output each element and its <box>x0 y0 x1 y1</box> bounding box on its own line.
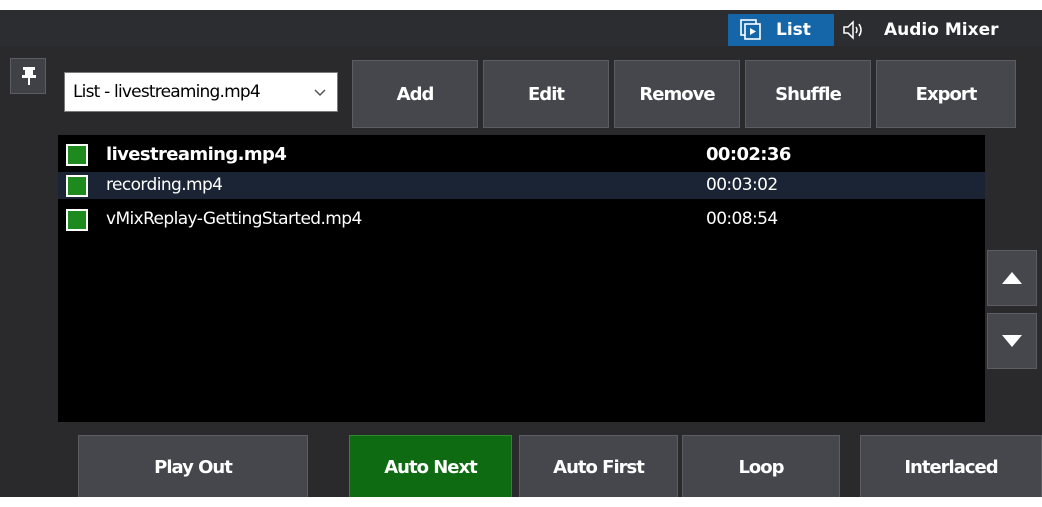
item-checkbox[interactable] <box>66 209 88 231</box>
tab-audio-mixer-label: Audio Mixer <box>884 20 999 40</box>
item-name: vMixReplay-GettingStarted.mp4 <box>106 209 362 229</box>
list-item[interactable]: livestreaming.mp4 00:02:36 <box>58 141 985 168</box>
chevron-down-icon <box>313 85 327 105</box>
tab-list[interactable]: List <box>728 14 834 46</box>
pin-icon <box>21 65 37 92</box>
item-duration: 00:02:36 <box>706 144 791 165</box>
playlist-list[interactable]: livestreaming.mp4 00:02:36 recording.mp4… <box>58 135 985 422</box>
move-up-button[interactable] <box>987 250 1037 306</box>
play-out-button[interactable]: Play Out <box>78 435 308 499</box>
arrow-up-icon <box>1001 271 1023 285</box>
list-item[interactable]: recording.mp4 00:03:02 <box>58 172 985 199</box>
edit-button[interactable]: Edit <box>483 60 609 128</box>
item-checkbox[interactable] <box>66 175 88 197</box>
tab-audio-mixer[interactable]: Audio Mixer <box>838 14 1042 46</box>
item-name: recording.mp4 <box>106 175 223 195</box>
item-duration: 00:08:54 <box>706 209 778 229</box>
item-duration: 00:03:02 <box>706 175 778 195</box>
item-name: livestreaming.mp4 <box>106 144 287 165</box>
auto-first-toggle[interactable]: Auto First <box>519 435 678 499</box>
tab-list-label: List <box>776 20 811 40</box>
export-button[interactable]: Export <box>876 60 1016 128</box>
play-list-icon <box>740 19 762 41</box>
auto-next-toggle[interactable]: Auto Next <box>349 435 512 499</box>
loop-toggle[interactable]: Loop <box>682 435 840 499</box>
move-down-button[interactable] <box>987 313 1037 369</box>
remove-button[interactable]: Remove <box>614 60 740 128</box>
arrow-down-icon <box>1001 334 1023 348</box>
interlaced-toggle[interactable]: Interlaced <box>860 435 1042 499</box>
item-checkbox[interactable] <box>66 144 88 166</box>
playlist-select[interactable]: List - livestreaming.mp4 <box>64 72 338 112</box>
pin-button[interactable] <box>10 58 46 94</box>
window-top-edge <box>0 0 1042 10</box>
shuffle-button[interactable]: Shuffle <box>745 60 871 128</box>
list-item[interactable]: vMixReplay-GettingStarted.mp4 00:08:54 <box>58 206 985 233</box>
window-bottom-edge <box>0 497 1042 507</box>
speaker-icon <box>842 19 866 41</box>
playlist-select-value: List - livestreaming.mp4 <box>73 82 261 102</box>
add-button[interactable]: Add <box>352 60 478 128</box>
